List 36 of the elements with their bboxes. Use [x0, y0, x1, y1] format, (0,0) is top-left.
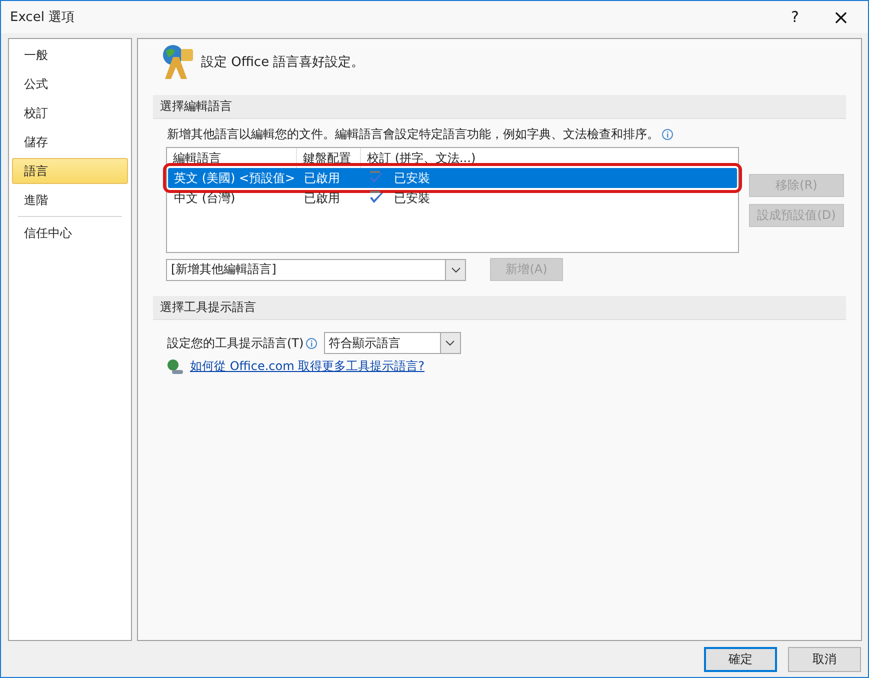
chevron-icon: [450, 266, 460, 272]
tooltip-language-dropdown[interactable]: 符合顯示語言: [324, 332, 461, 354]
field-label: 設定您的工具提示語言(T): [167, 334, 304, 352]
table-cell-text: 已啟用: [303, 170, 341, 186]
info-icon: [662, 129, 673, 140]
sidebar-item[interactable]: 儲存: [12, 129, 128, 155]
sidebar-item[interactable]: 一般: [12, 42, 128, 68]
info-icon: [306, 338, 317, 348]
table-cell: 已安裝: [394, 190, 430, 206]
chevron-icon: [445, 340, 456, 346]
help-button[interactable]: ?: [772, 1, 818, 33]
window-title: Excel 選項: [10, 9, 76, 26]
globe-icon: [161, 43, 195, 81]
sidebar-item[interactable]: 進階: [12, 187, 128, 213]
check-icon: [368, 191, 384, 205]
help-link[interactable]: 如何從 Office.com 取得更多工具提示語言?: [190, 358, 424, 375]
section-header: 選擇工具提示語言: [153, 296, 846, 320]
table-cell: 已安裝: [394, 170, 430, 186]
sidebar-item[interactable]: 校訂: [12, 100, 128, 126]
section-header: 選擇編輯語言: [153, 95, 846, 119]
close-button[interactable]: ×: [818, 1, 864, 33]
sidebar-item[interactable]: 公式: [12, 71, 128, 97]
dialog-button[interactable]: 取消: [788, 646, 861, 672]
language-row[interactable]: 英文 (美國) <預設值> 已啟用 已安裝: [168, 168, 737, 188]
globe-icon: [166, 358, 184, 374]
language-dropdown[interactable]: [新增其他編輯語言]: [166, 258, 466, 280]
dialog-button[interactable]: 確定: [704, 646, 777, 672]
description-text: 新增其他語言以編輯您的文件。編輯語言會設定特定語言功能，例如字典、文法檢查和排序。: [167, 126, 659, 143]
table-cell-text: 已啟用: [303, 190, 341, 206]
header-text: 設定 Office 語言喜好設定。: [201, 54, 364, 71]
check-icon: [368, 171, 384, 185]
table-cell-text: 中文 (台灣): [173, 190, 236, 206]
table-cell-text: 英文 (美國) <預設值>: [173, 170, 296, 186]
sidebar-item[interactable]: 語言: [12, 158, 128, 184]
language-row[interactable]: 中文 (台灣) 已啟用 已安裝: [168, 188, 737, 208]
sidebar-item[interactable]: 信任中心: [12, 220, 128, 246]
